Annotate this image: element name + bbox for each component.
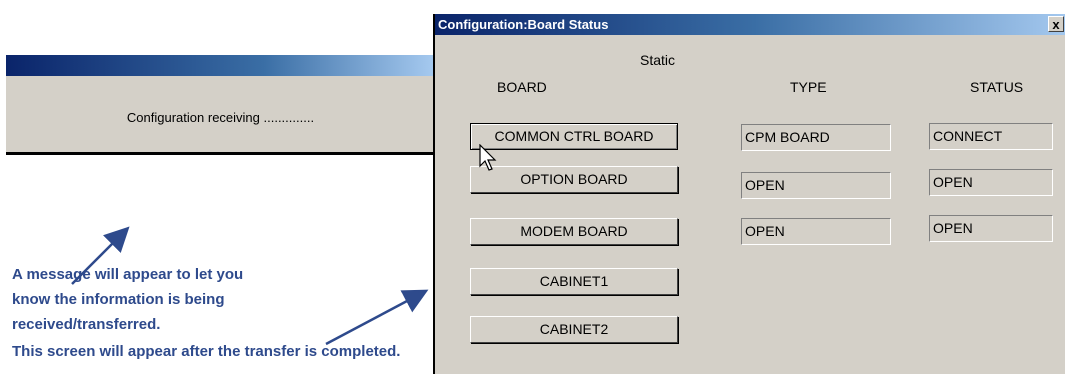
annotation-arrows — [71, 226, 429, 346]
arrow-to-progress-dialog — [71, 226, 130, 285]
arrow-to-board-window — [325, 289, 429, 346]
